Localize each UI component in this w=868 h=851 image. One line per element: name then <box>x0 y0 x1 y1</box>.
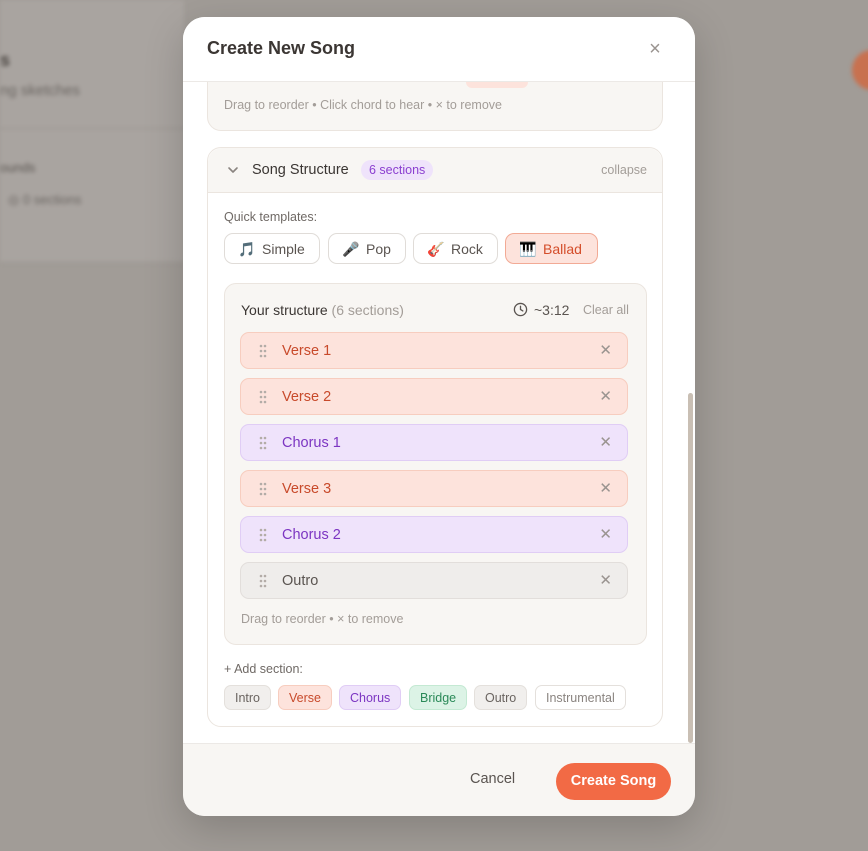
piano-icon: 🎹 <box>519 241 537 257</box>
add-intro-chip[interactable]: Intro <box>224 685 272 710</box>
template-label: Simple <box>262 241 305 257</box>
background-item: ounds <box>0 160 36 175</box>
modal-body[interactable]: Drag to reorder • Click chord to hear • … <box>183 81 695 743</box>
modal-header: Create New Song × <box>183 17 695 82</box>
template-label: Pop <box>366 241 391 257</box>
section-label: Verse 2 <box>282 389 332 405</box>
section-label: Verse 1 <box>282 343 332 359</box>
microphone-icon: 🎤 <box>342 241 360 257</box>
remove-section-icon[interactable]: ✕ <box>599 433 612 451</box>
section-row[interactable]: Verse 3 ✕ <box>240 470 628 507</box>
remove-section-icon[interactable]: ✕ <box>599 387 612 405</box>
background-title: s <box>0 50 11 70</box>
template-ballad-button[interactable]: 🎹 Ballad <box>505 233 598 264</box>
template-simple-button[interactable]: 🎵 Simple <box>224 233 320 264</box>
add-outro-chip[interactable]: Outro <box>474 685 528 710</box>
chevron-down-icon[interactable] <box>225 162 241 178</box>
template-rock-button[interactable]: 🎸 Rock <box>413 233 498 264</box>
template-pop-button[interactable]: 🎤 Pop <box>328 233 406 264</box>
chord-chip[interactable] <box>466 81 528 88</box>
your-structure-count: (6 sections) <box>331 302 404 318</box>
music-note-icon: 🎵 <box>238 241 256 257</box>
template-label: Ballad <box>543 241 582 257</box>
scrollbar[interactable] <box>688 393 693 743</box>
your-structure-title: Your structure (6 sections) <box>241 302 404 318</box>
section-row[interactable]: Chorus 2 ✕ <box>240 516 628 553</box>
add-instrumental-chip[interactable]: Instrumental <box>535 685 626 710</box>
section-row[interactable]: Chorus 1 ✕ <box>240 424 628 461</box>
remove-section-icon[interactable]: ✕ <box>599 571 612 589</box>
close-icon[interactable]: × <box>645 39 665 59</box>
background-avatar <box>852 50 868 90</box>
structure-hint: Drag to reorder • × to remove <box>241 612 404 626</box>
section-label: Outro <box>282 573 319 589</box>
section-row[interactable]: Verse 2 ✕ <box>240 378 628 415</box>
remove-section-icon[interactable]: ✕ <box>599 525 612 543</box>
add-section-label: + Add section: <box>224 662 303 676</box>
song-structure-header[interactable]: Song Structure 6 sections collapse <box>208 148 662 193</box>
your-structure-label: Your structure <box>241 302 328 318</box>
quick-templates-label: Quick templates: <box>224 210 318 224</box>
background-divider <box>0 128 184 129</box>
drag-handle-icon[interactable] <box>259 482 267 496</box>
template-label: Rock <box>451 241 483 257</box>
your-structure-panel: Your structure (6 sections) ~3:12 Clear … <box>224 283 647 645</box>
song-structure-title: Song Structure <box>252 162 349 178</box>
chord-progression-card: Drag to reorder • Click chord to hear • … <box>207 81 663 131</box>
section-row[interactable]: Outro ✕ <box>240 562 628 599</box>
section-label: Chorus 2 <box>282 527 341 543</box>
add-verse-chip[interactable]: Verse <box>278 685 332 710</box>
cancel-button[interactable]: Cancel <box>470 771 515 787</box>
remove-section-icon[interactable]: ✕ <box>599 479 612 497</box>
modal-footer: Cancel Create Song <box>183 743 695 816</box>
background-item-sections: ◎ 0 sections <box>8 192 82 207</box>
clear-all-button[interactable]: Clear all <box>583 303 629 317</box>
section-label: Chorus 1 <box>282 435 341 451</box>
background-subtitle: ng sketches <box>0 82 81 99</box>
structure-duration: ~3:12 <box>534 302 570 318</box>
chord-hint: Drag to reorder • Click chord to hear • … <box>224 98 502 112</box>
guitar-icon: 🎸 <box>427 241 445 257</box>
background-panel: s ng sketches ounds ◎ 0 sections <box>0 0 184 263</box>
create-song-button[interactable]: Create Song <box>556 763 671 800</box>
drag-handle-icon[interactable] <box>259 574 267 588</box>
section-label: Verse 3 <box>282 481 332 497</box>
drag-handle-icon[interactable] <box>259 528 267 542</box>
drag-handle-icon[interactable] <box>259 344 267 358</box>
modal-title: Create New Song <box>207 38 356 58</box>
remove-section-icon[interactable]: ✕ <box>599 341 612 359</box>
add-chorus-chip[interactable]: Chorus <box>339 685 402 710</box>
sections-count-badge: 6 sections <box>361 160 434 180</box>
drag-handle-icon[interactable] <box>259 390 267 404</box>
section-row[interactable]: Verse 1 ✕ <box>240 332 628 369</box>
add-bridge-chip[interactable]: Bridge <box>409 685 468 710</box>
create-song-modal: Create New Song × Drag to reorder • Clic… <box>183 17 695 816</box>
clock-icon <box>513 302 528 317</box>
drag-handle-icon[interactable] <box>259 436 267 450</box>
song-structure-card: Song Structure 6 sections collapse Quick… <box>207 147 663 727</box>
collapse-link[interactable]: collapse <box>601 163 647 177</box>
